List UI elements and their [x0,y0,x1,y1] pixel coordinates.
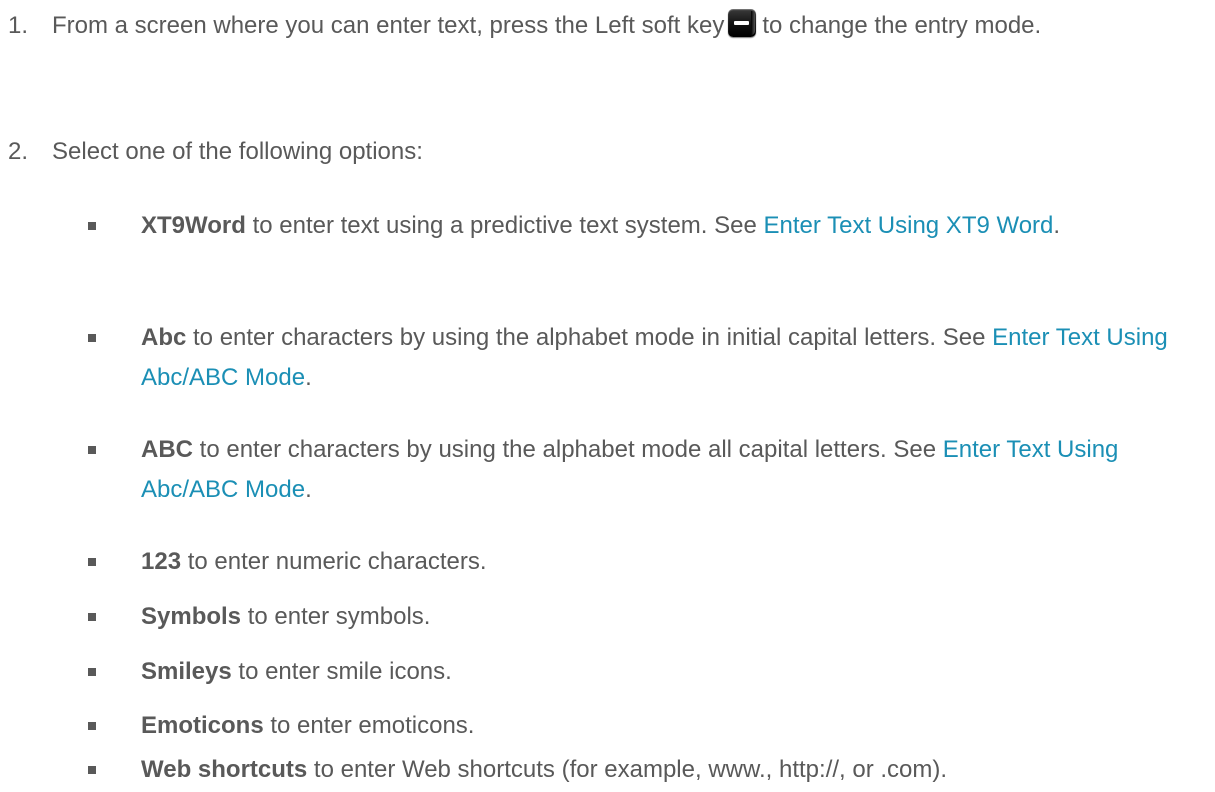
option-description: to enter text using a predictive text sy… [245,212,764,239]
option-term: Smileys [141,658,232,685]
option-text: Emoticons to enter emoticons. [141,706,1194,746]
option-term: Abc [141,324,187,351]
bullet-icon [88,613,96,621]
option-tail: . [1053,212,1061,239]
option-text: Web shortcuts to enter Web shortcuts (fo… [141,750,1194,790]
left-soft-key-icon [728,9,757,37]
bullet-icon [88,668,96,676]
option-xt9word: XT9Word to enter text using a predictive… [64,206,1194,246]
bullet-icon [88,722,96,730]
option-term: 123 [141,548,182,575]
option-abc-caps: ABC to enter characters by using the alp… [64,430,1194,510]
option-term: Web shortcuts [141,756,308,783]
option-smileys: Smileys to enter smile icons. [64,652,1194,692]
option-description: to enter characters by using the alphabe… [193,436,943,463]
option-description: to enter emoticons. [263,712,475,739]
option-text: Smileys to enter smile icons. [141,652,1194,692]
step-number: 1. [8,12,29,39]
bullet-icon [88,558,96,566]
option-text: Abc to enter characters by using the alp… [141,318,1194,398]
option-symbols: Symbols to enter symbols. [64,597,1194,637]
option-term: Symbols [141,603,242,630]
option-description: to enter symbols. [241,603,431,630]
option-description: to enter Web shortcuts (for example, www… [307,756,948,783]
option-text: Symbols to enter symbols. [141,597,1194,637]
option-tail: . [305,364,312,391]
bullet-icon [88,766,96,774]
step-number: 2. [8,138,29,165]
option-text: ABC to enter characters by using the alp… [141,430,1194,510]
option-emoticons: Emoticons to enter emoticons. [64,706,1194,746]
option-description: to enter characters by using the alphabe… [186,324,993,351]
bullet-icon [88,334,96,342]
option-description: to enter smile icons. [231,658,452,685]
bullet-icon [88,222,96,230]
option-web-shortcuts: Web shortcuts to enter Web shortcuts (fo… [64,750,1194,790]
step-text: From a screen where you can enter text, … [52,6,1198,46]
option-term: Emoticons [141,712,264,739]
step-2: 2. Select one of the following options: [8,132,1198,172]
step-text: Select one of the following options: [52,138,423,165]
option-term: ABC [141,436,193,463]
option-text: 123 to enter numeric characters. [141,542,1194,582]
option-123: 123 to enter numeric characters. [64,542,1194,582]
link-enter-text-xt9-word[interactable]: Enter Text Using XT9 Word [764,212,1054,239]
step-1: 1. From a screen where you can enter tex… [8,6,1198,46]
bullet-icon [88,446,96,454]
option-description: to enter numeric characters. [181,548,487,575]
option-term: XT9Word [141,212,246,239]
step-text-before: From a screen where you can enter text, … [52,12,725,39]
option-text: XT9Word to enter text using a predictive… [141,206,1194,246]
option-abc-initial: Abc to enter characters by using the alp… [64,318,1194,398]
option-tail: . [305,476,312,503]
step-text-after: to change the entry mode. [762,12,1042,39]
